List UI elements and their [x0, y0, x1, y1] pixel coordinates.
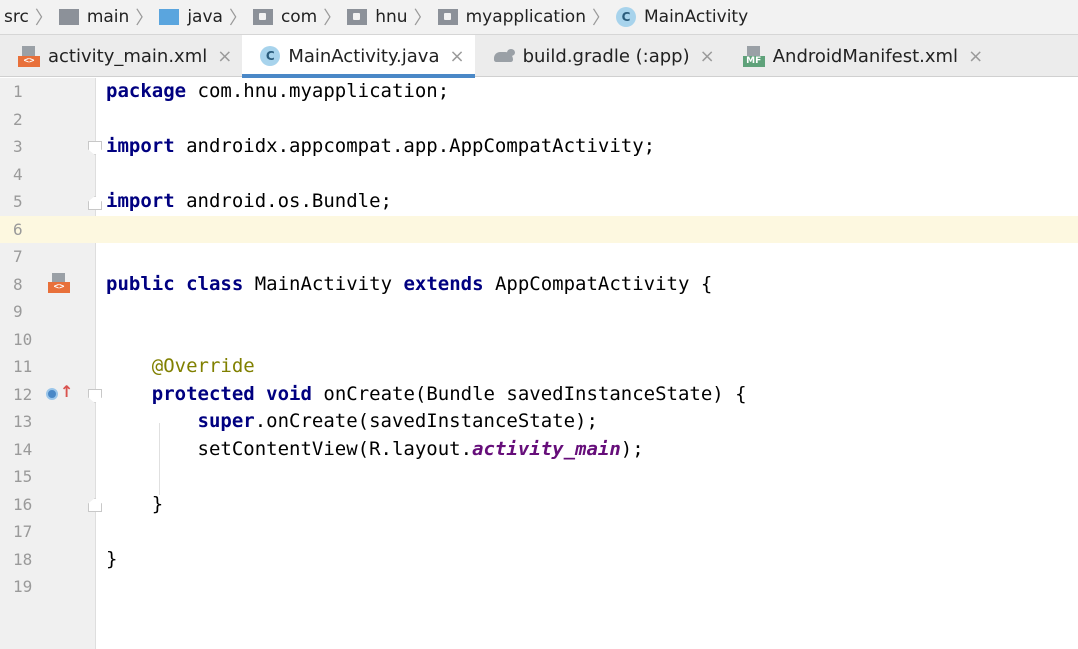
package-icon — [252, 9, 273, 25]
breadcrumb-item-mainactivity[interactable]: C MainActivity — [615, 0, 749, 34]
line-number: 11 — [13, 357, 33, 376]
chevron-right-icon: 〉 — [323, 8, 342, 29]
code-text: @Override — [151, 355, 255, 377]
manifest-icon: MF — [742, 45, 765, 67]
breadcrumb-item-hnu[interactable]: hnu — [347, 0, 408, 34]
line-number: 16 — [13, 494, 33, 514]
code-text: super.onCreate(savedInstanceState); — [197, 410, 598, 432]
line-number: 5 — [13, 192, 23, 211]
chevron-right-icon: 〉 — [228, 8, 247, 29]
class-icon: C — [260, 46, 281, 66]
line-number: 18 — [13, 549, 33, 569]
gradle-icon — [493, 48, 515, 64]
breadcrumb-label: myapplication — [465, 7, 586, 27]
override-method-icon[interactable]: ↑ — [46, 383, 73, 405]
line-number: 1 — [13, 82, 23, 101]
code-line[interactable]: 9 — [0, 298, 1078, 326]
line-number: 10 — [13, 329, 33, 349]
code-editor[interactable]: 1 package com.hnu.myapplication; 2 3 imp… — [0, 78, 1078, 649]
line-number: 2 — [13, 109, 23, 129]
code-line[interactable]: 17 — [0, 518, 1078, 546]
breadcrumb-label: com — [280, 7, 318, 27]
code-line[interactable]: 12 protected void onCreate(Bundle savedI… — [0, 381, 1078, 409]
tab-activity-main-xml[interactable]: <> activity_main.xml × — [0, 35, 242, 77]
code-line-current[interactable]: 6 — [0, 215, 1078, 243]
code-line[interactable]: 3 import androidx.appcompat.app.AppCompa… — [0, 133, 1078, 161]
breadcrumb-label: src — [4, 7, 29, 27]
breadcrumb-item-src[interactable]: src — [4, 0, 29, 34]
tab-mainactivity-java[interactable]: C MainActivity.java × — [242, 35, 475, 78]
chevron-right-icon: 〉 — [591, 8, 610, 29]
package-icon — [437, 9, 458, 25]
code-line[interactable]: 8 public class MainActivity extends AppC… — [0, 271, 1078, 299]
code-text: } — [106, 547, 118, 570]
tab-androidmanifest-xml[interactable]: MF AndroidManifest.xml × — [725, 35, 993, 77]
code-text: } — [151, 492, 164, 515]
source-folder-icon — [159, 9, 180, 25]
code-text: protected void onCreate(Bundle savedInst… — [151, 382, 747, 405]
breadcrumb-item-main[interactable]: main — [58, 0, 130, 34]
breadcrumb-label: MainActivity — [643, 7, 749, 27]
code-line[interactable]: 18 } — [0, 546, 1078, 574]
line-number: 19 — [13, 577, 33, 596]
close-icon[interactable]: × — [217, 46, 232, 67]
code-line[interactable]: 13 super.onCreate(savedInstanceState); — [0, 408, 1078, 436]
code-line[interactable]: 2 — [0, 106, 1078, 134]
code-text: setContentView(R.layout.activity_main); — [197, 437, 644, 460]
line-number: 6 — [0, 215, 96, 243]
line-number: 15 — [13, 467, 33, 486]
breadcrumb-label: main — [86, 7, 130, 27]
xml-layout-icon: <> — [18, 45, 40, 67]
package-icon — [347, 9, 368, 25]
code-line[interactable]: 19 — [0, 573, 1078, 601]
tab-label: MainActivity.java — [288, 45, 440, 67]
tab-label: build.gradle (:app) — [522, 45, 690, 67]
indent-guide — [159, 423, 160, 495]
folder-icon — [58, 9, 79, 25]
close-icon[interactable]: × — [449, 46, 464, 67]
editor-tab-bar: <> activity_main.xml × C MainActivity.ja… — [0, 34, 1078, 78]
code-line[interactable]: 11 @Override — [0, 353, 1078, 381]
breadcrumb-item-com[interactable]: com — [252, 0, 318, 34]
line-number: 9 — [13, 302, 23, 321]
close-icon[interactable]: × — [700, 46, 715, 67]
chevron-right-icon: 〉 — [135, 8, 154, 29]
line-number: 13 — [13, 412, 33, 431]
code-line[interactable]: 1 package com.hnu.myapplication; — [0, 78, 1078, 106]
breadcrumb-item-myapplication[interactable]: myapplication — [437, 0, 586, 34]
code-text: import androidx.appcompat.app.AppCompatA… — [106, 135, 656, 157]
breadcrumb-label: hnu — [375, 7, 408, 27]
line-number: 4 — [13, 164, 23, 184]
code-line[interactable]: 10 — [0, 326, 1078, 354]
class-icon: C — [615, 7, 636, 27]
tab-build-gradle[interactable]: build.gradle (:app) × — [475, 35, 725, 77]
tab-label: AndroidManifest.xml — [772, 45, 959, 67]
chevron-right-icon: 〉 — [413, 8, 432, 29]
code-line[interactable]: 7 — [0, 243, 1078, 271]
code-text: import android.os.Bundle; — [106, 190, 392, 212]
code-line[interactable]: 15 — [0, 463, 1078, 491]
layout-gutter-icon[interactable]: <> — [48, 272, 70, 294]
code-text: public class MainActivity extends AppCom… — [106, 272, 713, 295]
code-line[interactable]: 16 } — [0, 491, 1078, 519]
line-number: 3 — [13, 137, 23, 156]
line-number: 7 — [13, 247, 23, 266]
breadcrumb-item-java[interactable]: java — [159, 0, 223, 34]
code-line[interactable]: 4 — [0, 161, 1078, 189]
breadcrumb: src 〉 main 〉 java 〉 com 〉 hnu 〉 myapplic… — [0, 0, 1078, 34]
line-number: 14 — [13, 439, 33, 459]
code-line[interactable]: 5 import android.os.Bundle; — [0, 188, 1078, 216]
code-line[interactable]: 14 setContentView(R.layout.activity_main… — [0, 436, 1078, 464]
line-number: 17 — [13, 522, 33, 541]
code-text: package com.hnu.myapplication; — [106, 80, 450, 102]
breadcrumb-label: java — [187, 7, 223, 27]
chevron-right-icon: 〉 — [34, 8, 53, 29]
close-icon[interactable]: × — [968, 46, 983, 67]
tab-label: activity_main.xml — [48, 45, 208, 67]
